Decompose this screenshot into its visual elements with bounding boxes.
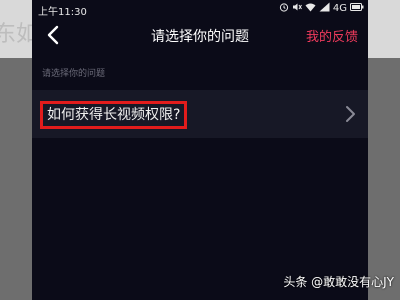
- status-time: 上午11:30: [38, 7, 87, 18]
- question-row-long-video[interactable]: 如何获得长视频权限?: [32, 90, 368, 138]
- network-type: 4G: [332, 3, 347, 14]
- background-right-panel: [368, 0, 400, 300]
- my-feedback-link[interactable]: 我的反馈: [306, 26, 358, 45]
- battery-icon: [350, 2, 364, 15]
- signal-icon: [319, 2, 330, 15]
- wifi-icon: [305, 2, 316, 15]
- background-strip-right: [368, 0, 400, 58]
- phone-screen: 上午11:30 4G 请选择你的问题 我的反馈 请选择你的问题 如何获得长视频权…: [32, 0, 368, 300]
- mute-icon: [292, 2, 302, 15]
- status-icons: 4G: [279, 2, 364, 15]
- watermark: 头条 @敢敢没有心JY: [283, 275, 394, 289]
- question-label: 如何获得长视频权限?: [40, 101, 188, 129]
- chevron-right-icon: [346, 106, 355, 122]
- section-label: 请选择你的问题: [42, 69, 106, 79]
- alarm-icon: [279, 2, 289, 15]
- background-ghost-text: 东如: [0, 22, 32, 47]
- status-bar: 上午11:30 4G: [32, 0, 368, 18]
- background-left-panel: 东如: [0, 0, 32, 300]
- nav-bar: 请选择你的问题 我的反馈: [32, 18, 368, 52]
